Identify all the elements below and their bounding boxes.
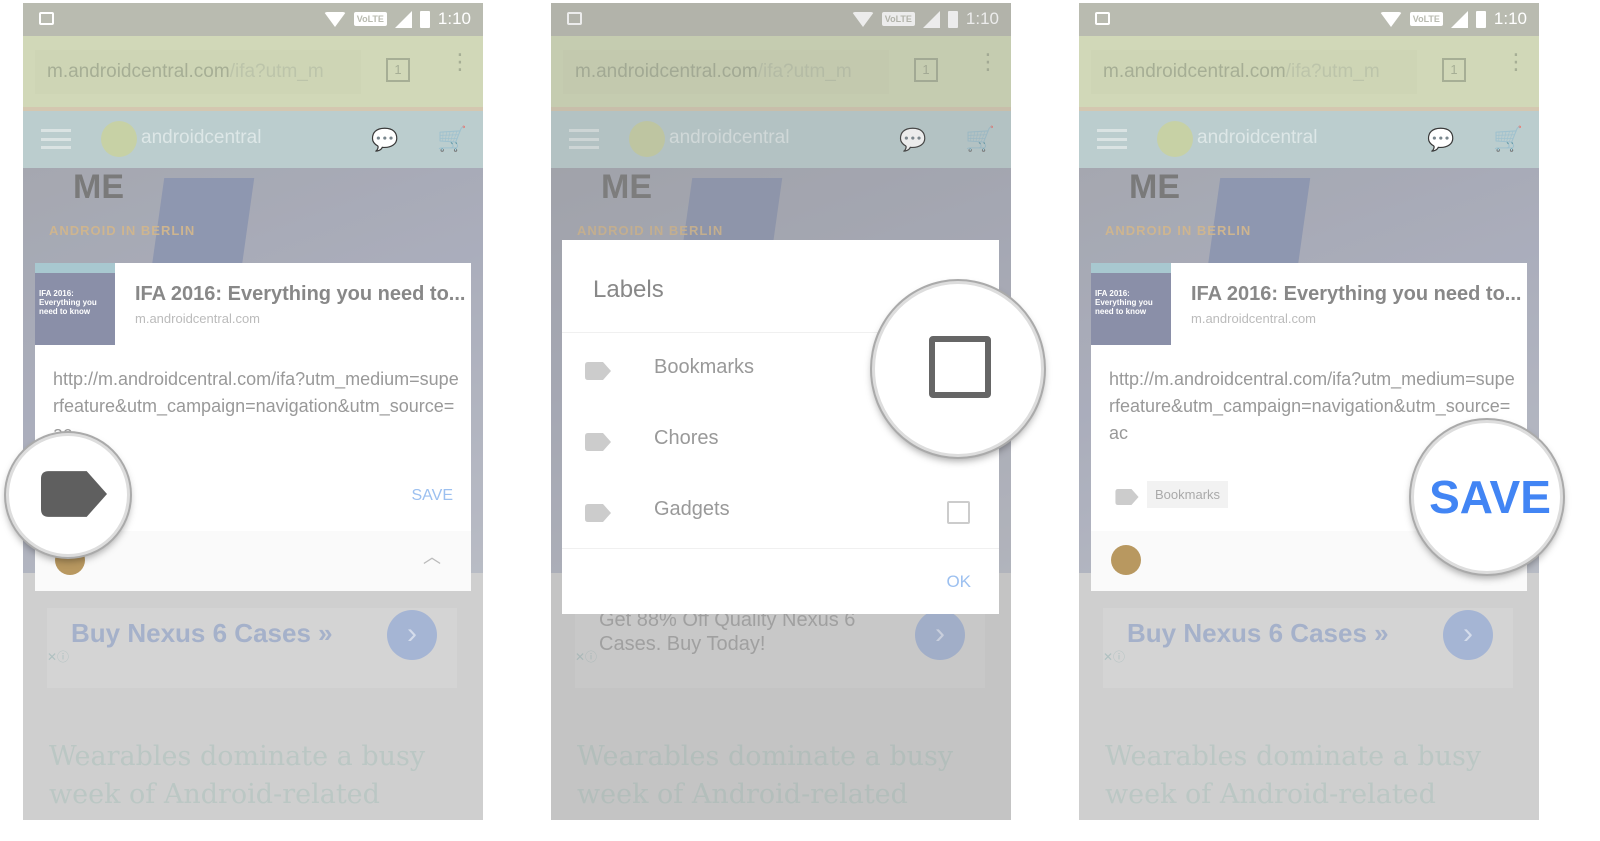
label-icon [1115, 489, 1139, 505]
avatar [1111, 545, 1141, 575]
label-icon [585, 504, 611, 522]
label-icon [41, 469, 107, 519]
card-title: IFA 2016: Everything you need to... [135, 283, 466, 305]
label-icon [585, 362, 611, 380]
save-button[interactable]: SAVE [1429, 470, 1551, 524]
step-1-panel: VoLTE 1:10 m.androidcentral.com/ifa?utm_… [23, 3, 483, 820]
bookmarks-checkbox[interactable] [929, 336, 991, 398]
page-thumbnail: IFA 2016: Everything you need to know [1091, 263, 1171, 345]
chevron-up-icon[interactable]: ︿ [423, 543, 441, 569]
ok-button[interactable]: OK [946, 572, 971, 592]
page-thumbnail: IFA 2016: Everything you need to know [35, 263, 115, 345]
card-title: IFA 2016: Everything you need to... [1191, 283, 1522, 305]
step-3-panel: VoLTE 1:10 m.androidcentral.com/ifa?utm_… [1079, 3, 1539, 820]
magnifier-label-button[interactable] [6, 433, 130, 557]
label-name: Bookmarks [654, 356, 755, 378]
label-checkbox[interactable] [947, 501, 970, 524]
card-host: m.androidcentral.com [135, 311, 260, 326]
label-row[interactable]: Gadgets [562, 478, 999, 548]
magnifier-checkbox[interactable] [872, 281, 1044, 457]
label-icon [585, 433, 611, 451]
divider [562, 548, 999, 549]
card-url: http://m.androidcentral.com/ifa?utm_medi… [53, 369, 459, 443]
dialog-title: Labels [593, 276, 664, 303]
label-name: Chores [654, 427, 719, 449]
card-host: m.androidcentral.com [1191, 311, 1316, 326]
magnifier-save-button[interactable]: SAVE [1411, 420, 1563, 574]
label-name: Gadgets [654, 498, 730, 520]
save-button[interactable]: SAVE [412, 487, 454, 505]
label-chip[interactable]: Bookmarks [1147, 481, 1229, 508]
